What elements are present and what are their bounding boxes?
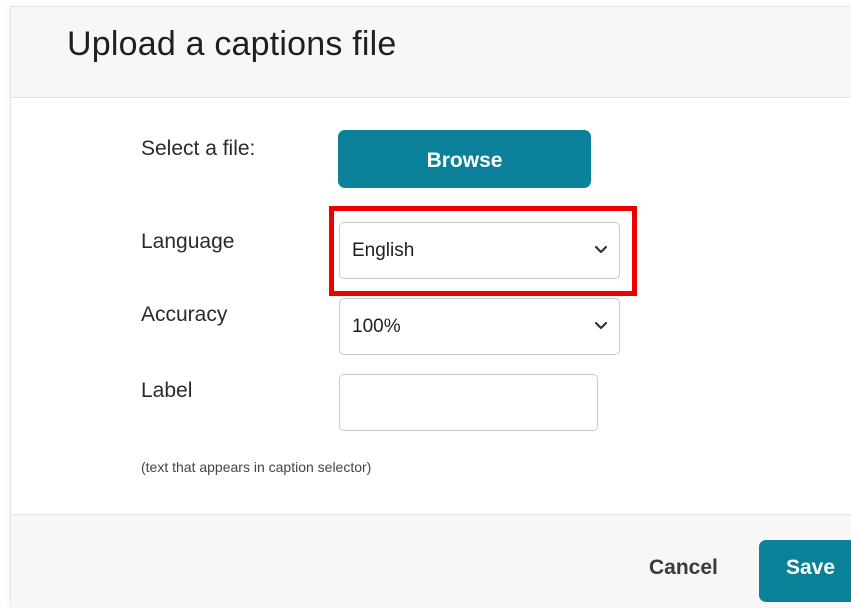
save-button[interactable]: Save xyxy=(759,540,851,602)
browse-button[interactable]: Browse xyxy=(338,130,591,188)
select-file-label: Select a file: xyxy=(141,137,256,160)
caption-label-hint: (text that appears in caption selector) xyxy=(141,459,372,475)
caption-label-label: Label xyxy=(141,379,193,402)
accuracy-select[interactable]: 100% xyxy=(339,298,620,355)
dialog-header: Upload a captions file xyxy=(11,7,851,98)
accuracy-label: Accuracy xyxy=(141,303,228,326)
language-highlight-box xyxy=(329,206,637,296)
cancel-button[interactable]: Cancel xyxy=(649,556,718,580)
caption-label-input[interactable] xyxy=(339,374,598,431)
upload-captions-dialog: Upload a captions file Select a file: Br… xyxy=(10,6,851,608)
language-label: Language xyxy=(141,230,235,253)
accuracy-select-value: 100% xyxy=(352,316,401,337)
chevron-down-icon xyxy=(594,321,608,330)
dialog-footer: Cancel Save xyxy=(11,514,851,608)
dialog-title: Upload a captions file xyxy=(67,25,397,63)
